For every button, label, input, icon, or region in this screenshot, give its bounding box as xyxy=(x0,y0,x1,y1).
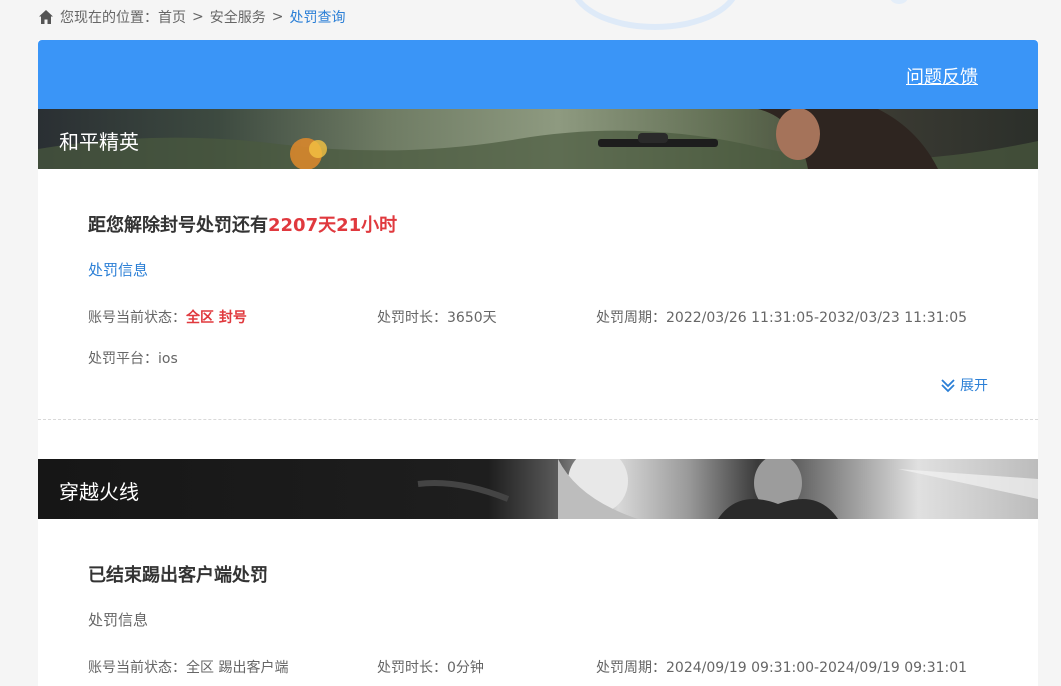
breadcrumb-prefix: 您现在的位置： xyxy=(60,10,158,26)
status-value: 全区 封号 xyxy=(186,310,247,326)
penalty-period: 处罚周期：2024/09/19 09:31:00-2024/09/19 09:3… xyxy=(596,660,968,676)
breadcrumb-current: 处罚查询 xyxy=(289,10,346,26)
top-bar: 问题反馈 xyxy=(38,40,1038,109)
breadcrumb-separator: > xyxy=(271,9,284,25)
breadcrumb: 您现在的位置： 首页 > 安全服务 > 处罚查询 xyxy=(38,7,345,27)
penalty-duration: 处罚时长：0分钟 xyxy=(377,660,484,676)
expand-button[interactable]: 展开 xyxy=(940,375,988,395)
penalty-info-tab[interactable]: 处罚信息 xyxy=(88,609,148,630)
game-name: 和平精英 xyxy=(59,130,139,154)
background-decoration xyxy=(890,0,908,4)
background-decoration xyxy=(570,0,740,30)
double-chevron-down-icon xyxy=(941,379,955,393)
banner-artwork xyxy=(417,459,1038,519)
feedback-link[interactable]: 问题反馈 xyxy=(906,63,978,89)
breadcrumb-home[interactable]: 首页 xyxy=(158,7,186,27)
platform-text: 处罚平台：ios xyxy=(88,351,178,367)
home-icon xyxy=(39,10,53,24)
status-value: 全区 踢出客户端 xyxy=(186,660,289,676)
breadcrumb-separator: > xyxy=(192,9,204,25)
status-label: 账号当前状态： xyxy=(88,310,186,326)
expand-label: 展开 xyxy=(960,378,988,394)
penalty-platform: 处罚平台：ios xyxy=(88,348,178,368)
penalty-period: 处罚周期：2022/03/26 11:31:05-2032/03/23 11:3… xyxy=(596,310,968,326)
penalty-card: 问题反馈 和平精英 距您解除封号处罚还有2207天21小时 处罚信息 账号当前状… xyxy=(38,40,1038,686)
game-banner: 和平精英 xyxy=(38,109,1038,169)
remaining-time: 2207天21小时 xyxy=(268,215,398,236)
penalty-headline: 已结束踢出客户端处罚 xyxy=(88,565,268,586)
penalty-duration: 处罚时长：3650天 xyxy=(377,310,497,326)
banner-artwork xyxy=(38,109,1038,169)
headline-text: 距您解除封号处罚还有 xyxy=(88,215,268,236)
penalty-info-tab[interactable]: 处罚信息 xyxy=(88,259,148,280)
penalty-headline: 距您解除封号处罚还有2207天21小时 xyxy=(88,211,397,237)
breadcrumb-security[interactable]: 安全服务 xyxy=(210,7,266,27)
penalty-detail-row: 账号当前状态：全区 踢出客户端 处罚时长：0分钟 处罚周期：2024/09/19… xyxy=(88,657,967,677)
status-label: 账号当前状态： xyxy=(88,660,186,676)
game-name: 穿越火线 xyxy=(59,480,139,504)
game-banner: 穿越火线 xyxy=(38,459,1038,519)
penalty-detail-row: 账号当前状态：全区 封号 处罚时长：3650天 处罚周期：2022/03/26 … xyxy=(88,307,967,327)
